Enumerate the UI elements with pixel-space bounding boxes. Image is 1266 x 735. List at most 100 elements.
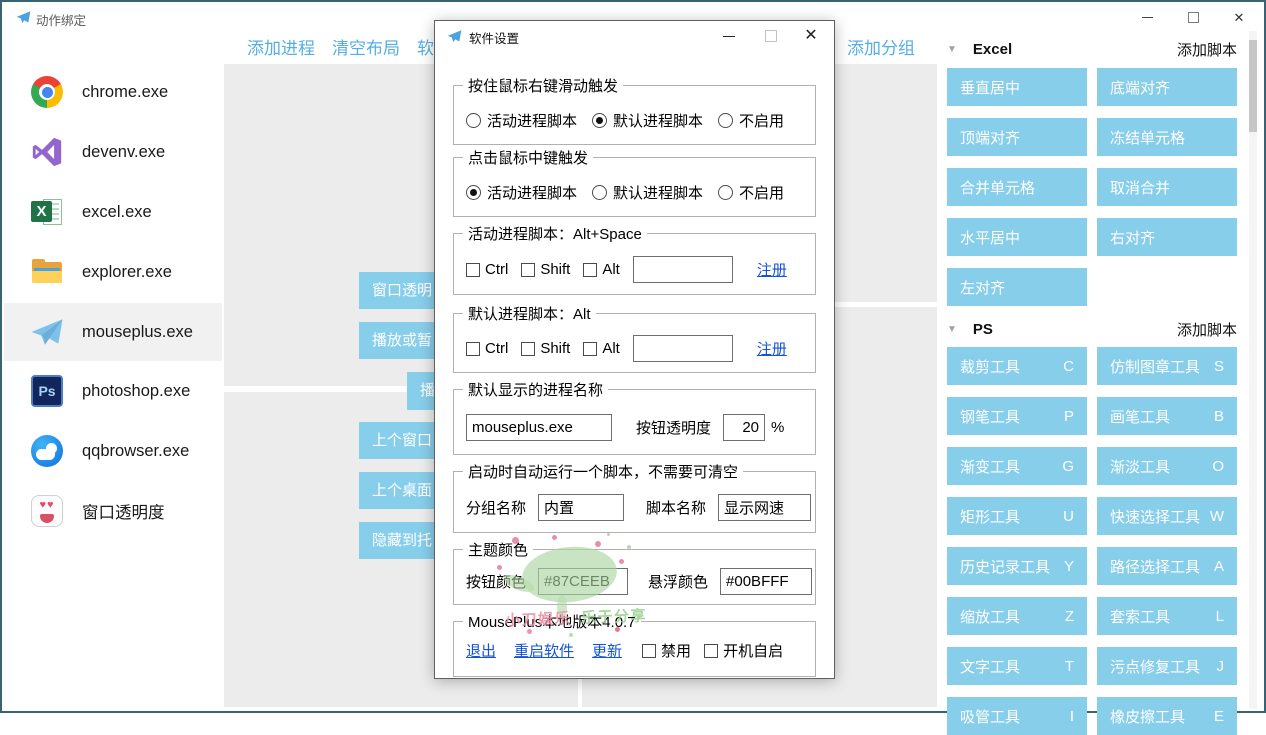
group-legend: 主题颜色 (463, 539, 533, 560)
sidebar-item-mouseplus[interactable]: mouseplus.exe (4, 303, 222, 361)
script-button[interactable]: 取消合并 (1097, 168, 1237, 206)
close-button[interactable]: ✕ (1216, 4, 1262, 31)
group-active-hotkey: 活动进程脚本：Alt+Space Ctrl Shift Alt 注册 (453, 233, 816, 295)
chevron-down-icon[interactable]: ▼ (947, 324, 957, 335)
checkbox-shift[interactable]: Shift (521, 261, 570, 278)
percent-sign: % (771, 419, 784, 436)
minimize-icon (1142, 17, 1153, 18)
checkbox-shift[interactable]: Shift (521, 340, 570, 357)
radio-icon (718, 185, 733, 200)
script-button[interactable]: 右对齐 (1097, 218, 1237, 256)
script-button[interactable]: 顶端对齐 (947, 118, 1087, 156)
sidebar-item-photoshop[interactable]: Ps photoshop.exe (4, 362, 222, 420)
group-name-input[interactable] (538, 494, 624, 521)
group-legend: 默认进程脚本：Alt (463, 303, 596, 324)
radio-default-process-script[interactable]: 默认进程脚本 (592, 182, 703, 203)
radio-default-process-script[interactable]: 默认进程脚本 (592, 110, 703, 131)
active-hotkey-input[interactable] (633, 256, 733, 283)
radio-disabled[interactable]: 不启用 (718, 110, 784, 131)
checkbox-ctrl[interactable]: Ctrl (466, 340, 508, 357)
sidebar-item-explorer[interactable]: explorer.exe (4, 243, 222, 301)
dialog-maximize-button[interactable] (754, 23, 788, 49)
script-label: 右对齐 (1110, 227, 1155, 248)
add-script-link[interactable]: 添加脚本 (1177, 39, 1237, 60)
script-button[interactable]: 吸管工具I (947, 697, 1087, 735)
dialog-close-button[interactable]: ✕ (794, 23, 828, 49)
script-name-input[interactable] (718, 494, 811, 521)
script-button[interactable]: 垂直居中 (947, 68, 1087, 106)
sidebar-item-label: chrome.exe (82, 83, 168, 102)
script-button[interactable]: 渐变工具G (947, 447, 1087, 485)
scrollbar-thumb[interactable] (1249, 40, 1257, 132)
register-link[interactable]: 注册 (757, 338, 787, 359)
restart-link[interactable]: 重启软件 (514, 640, 574, 661)
process-name-input[interactable] (466, 414, 612, 441)
radio-disabled[interactable]: 不启用 (718, 182, 784, 203)
script-button[interactable]: 钢笔工具P (947, 397, 1087, 435)
sidebar-item-devenv[interactable]: devenv.exe (4, 123, 222, 181)
nav-clear-layout[interactable]: 清空布局 (332, 34, 400, 59)
checkbox-alt[interactable]: Alt (583, 261, 620, 278)
radio-active-process-script[interactable]: 活动进程脚本 (466, 182, 577, 203)
checkbox-disable[interactable]: 禁用 (642, 640, 691, 661)
radio-active-process-script[interactable]: 活动进程脚本 (466, 110, 577, 131)
script-button[interactable]: 合并单元格 (947, 168, 1087, 206)
hover-color-label: 悬浮颜色 (648, 571, 708, 592)
checkbox-icon (466, 342, 480, 356)
script-label: 仿制图章工具 (1110, 356, 1200, 377)
dialog-minimize-button[interactable] (712, 23, 746, 49)
radio-selected-icon (592, 113, 607, 128)
checkbox-autostart[interactable]: 开机自启 (704, 640, 783, 661)
sidebar-item-excel[interactable]: X excel.exe (4, 183, 222, 241)
script-button[interactable]: 快速选择工具W (1097, 497, 1237, 535)
checkbox-icon (583, 263, 597, 277)
script-button[interactable]: 裁剪工具C (947, 347, 1087, 385)
script-key: J (1217, 658, 1225, 675)
script-button[interactable]: 左对齐 (947, 268, 1087, 306)
dialog-title: 软件设置 (469, 28, 519, 47)
sidebar-item-qqbrowser[interactable]: qqbrowser.exe (4, 422, 222, 480)
script-label: 缩放工具 (960, 606, 1020, 627)
script-button[interactable]: 文字工具T (947, 647, 1087, 685)
script-button[interactable]: 仿制图章工具S (1097, 347, 1237, 385)
script-button[interactable]: 底端对齐 (1097, 68, 1237, 106)
sidebar-item-chrome[interactable]: chrome.exe (4, 63, 222, 121)
paper-plane-icon (30, 315, 64, 349)
script-key: P (1064, 408, 1074, 425)
checkbox-alt[interactable]: Alt (583, 340, 620, 357)
script-button[interactable]: 冻结单元格 (1097, 118, 1237, 156)
update-link[interactable]: 更新 (592, 640, 622, 661)
checkbox-icon (642, 644, 656, 658)
hover-color-input[interactable] (720, 568, 812, 595)
register-link[interactable]: 注册 (757, 259, 787, 280)
sidebar-item-window-opacity[interactable]: ♥♥ 窗口透明度 (4, 482, 222, 540)
dialog-titlebar[interactable]: 软件设置 ✕ (435, 21, 834, 51)
process-sidebar: chrome.exe devenv.exe X excel.exe explor… (4, 31, 222, 709)
button-color-input[interactable] (538, 568, 628, 595)
script-button[interactable]: 橡皮擦工具E (1097, 697, 1237, 735)
script-button[interactable]: 水平居中 (947, 218, 1087, 256)
default-hotkey-input[interactable] (633, 335, 733, 362)
checkbox-ctrl[interactable]: Ctrl (466, 261, 508, 278)
scrollbar-track[interactable] (1249, 31, 1257, 709)
minimize-button[interactable] (1124, 4, 1170, 31)
exit-link[interactable]: 退出 (466, 640, 496, 661)
script-button[interactable]: 套索工具L (1097, 597, 1237, 635)
nav-add-group[interactable]: 添加分组 (847, 34, 915, 59)
script-button[interactable]: 缩放工具Z (947, 597, 1087, 635)
script-button[interactable]: 矩形工具U (947, 497, 1087, 535)
script-button[interactable]: 污点修复工具J (1097, 647, 1237, 685)
add-script-link[interactable]: 添加脚本 (1177, 319, 1237, 340)
opacity-input[interactable] (723, 414, 765, 441)
nav-add-process[interactable]: 添加进程 (247, 34, 315, 59)
group-legend: 默认显示的进程名称 (463, 379, 608, 400)
script-button[interactable]: 历史记录工具Y (947, 547, 1087, 585)
script-label: 快速选择工具 (1110, 506, 1200, 527)
script-button[interactable]: 画笔工具B (1097, 397, 1237, 435)
script-button[interactable]: 路径选择工具A (1097, 547, 1237, 585)
script-button[interactable]: 渐淡工具O (1097, 447, 1237, 485)
maximize-button[interactable] (1170, 4, 1216, 31)
chevron-down-icon[interactable]: ▼ (947, 44, 957, 55)
script-label: 历史记录工具 (960, 556, 1050, 577)
sidebar-item-label: photoshop.exe (82, 382, 190, 401)
